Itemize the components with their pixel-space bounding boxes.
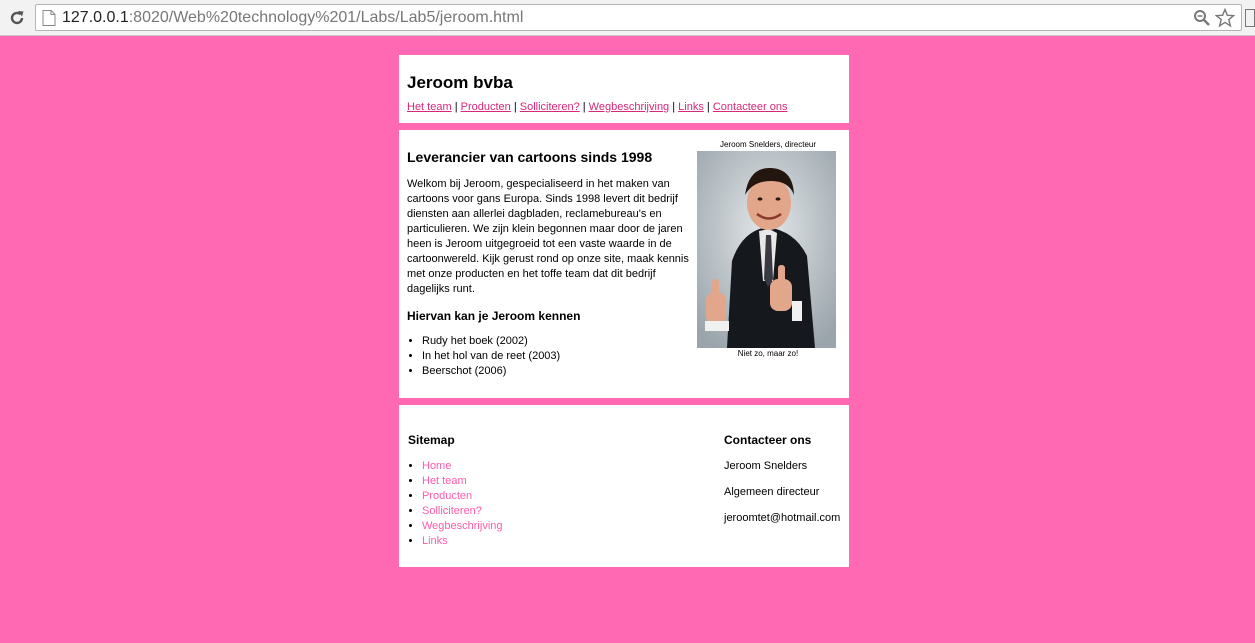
nav-link-wegbeschrijving[interactable]: Wegbeschrijving — [589, 101, 670, 113]
sitemap-item: Home — [422, 459, 503, 474]
nav-link-het-team[interactable]: Het team — [407, 101, 452, 113]
url-path: :8020/Web%20technology%201/Labs/Lab5/jer… — [128, 9, 524, 26]
reload-icon[interactable] — [6, 7, 28, 29]
sitemap-heading: Sitemap — [408, 433, 455, 447]
address-bar[interactable]: 127.0.0.1:8020/Web%20technology%201/Labs… — [35, 4, 1242, 31]
url-text[interactable]: 127.0.0.1:8020/Web%20technology%201/Labs… — [62, 9, 523, 27]
sitemap-link-solliciteren[interactable]: Solliciteren? — [422, 505, 482, 517]
contact-heading: Contacteer ons — [724, 433, 812, 447]
nav-link-links[interactable]: Links — [678, 101, 704, 113]
site-title: Jeroom bvba — [407, 73, 513, 92]
sitemap-link-wegbeschrijving[interactable]: Wegbeschrijving — [422, 520, 503, 532]
contact-name: Jeroom Snelders — [724, 460, 808, 472]
list-item: Beerschot (2006) — [422, 364, 560, 379]
sitemap-link-het-team[interactable]: Het team — [422, 475, 467, 487]
browser-toolbar: 127.0.0.1:8020/Web%20technology%201/Labs… — [0, 0, 1255, 36]
menu-icon[interactable] — [1245, 9, 1255, 27]
intro-paragraph: Welkom bij Jeroom, gespecialiseerd in he… — [407, 178, 689, 295]
site-header: Jeroom bvba Het team | Producten | Solli… — [399, 55, 849, 123]
known-for-list: Rudy het boek (2002) In het hol van de r… — [407, 334, 560, 379]
star-icon[interactable] — [1215, 8, 1235, 28]
photo-caption-bottom: Niet zo, maar zo! — [737, 349, 799, 358]
known-for-heading: Hiervan kan je Jeroom kennen — [407, 309, 581, 323]
nav-link-solliciteren[interactable]: Solliciteren? — [520, 101, 580, 113]
url-host: 127.0.0.1 — [62, 9, 129, 26]
sitemap-list: Home Het team Producten Solliciteren? We… — [408, 459, 503, 549]
sitemap-link-links[interactable]: Links — [422, 535, 448, 547]
director-photo — [697, 151, 836, 348]
photo-caption-top: Jeroom Snelders, directeur — [719, 140, 817, 149]
content-heading: Leverancier van cartoons sinds 1998 — [407, 149, 653, 165]
contact-role: Algemeen directeur — [724, 486, 820, 498]
contact-email: jeroomtet@hotmail.com — [724, 512, 841, 524]
nav-link-contacteer-ons[interactable]: Contacteer ons — [713, 101, 788, 113]
page-icon — [42, 10, 56, 26]
sitemap-item: Producten — [422, 489, 503, 504]
sitemap-item: Wegbeschrijving — [422, 519, 503, 534]
sitemap-item: Solliciteren? — [422, 504, 503, 519]
nav-link-producten[interactable]: Producten — [461, 101, 511, 113]
list-item: In het hol van de reet (2003) — [422, 349, 560, 364]
sitemap-link-producten[interactable]: Producten — [422, 490, 472, 502]
sitemap-item: Links — [422, 534, 503, 549]
main-content: Leverancier van cartoons sinds 1998 Welk… — [399, 130, 849, 398]
zoom-icon[interactable] — [1193, 9, 1211, 27]
list-item: Rudy het boek (2002) — [422, 334, 560, 349]
site-footer: Sitemap Home Het team Producten Sollicit… — [399, 405, 849, 567]
main-nav: Het team | Producten | Solliciteren? | W… — [407, 101, 788, 113]
sitemap-item: Het team — [422, 474, 503, 489]
sitemap-link-home[interactable]: Home — [422, 460, 451, 472]
